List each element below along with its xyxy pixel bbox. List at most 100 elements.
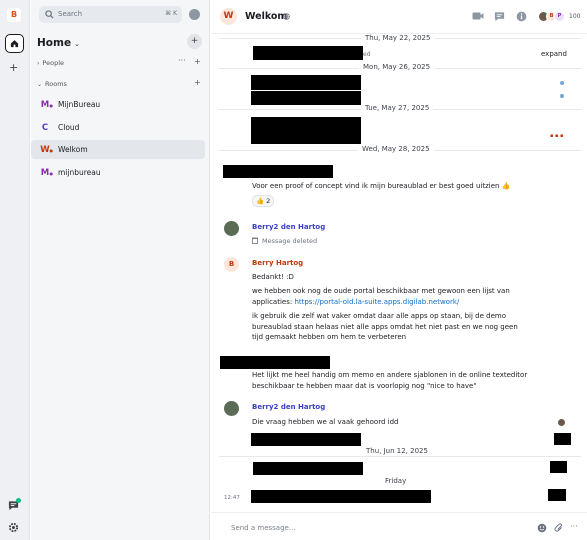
redacted-block — [251, 433, 361, 446]
message-composer[interactable]: Send a message... ··· — [211, 512, 587, 540]
section-people[interactable]: › People — [37, 59, 64, 67]
threads-icon[interactable] — [494, 11, 505, 22]
message-body: Het lijkt me heel handig om memo en ande… — [252, 371, 528, 390]
chevron-down-icon: ⌄ — [74, 40, 80, 48]
space-rail: B + — [0, 0, 30, 540]
redacted-block — [253, 462, 363, 475]
room-item-mijnbureau[interactable]: M ● MijnBureau — [31, 95, 205, 114]
message-body: Bedankt! :D — [252, 273, 294, 281]
message-timeline[interactable]: Thu, May 22, 2025 ed expand Mon, May 26,… — [211, 34, 587, 510]
room-view: W Welkom B P 100 Thu, May 22, 2025 ed ex… — [211, 0, 587, 540]
date-separator — [219, 456, 581, 457]
room-list-panel: Search ⌘ K Home ⌄ + › People ··· + ⌄ Rooms … — [31, 0, 210, 540]
member-count: 100 — [569, 13, 581, 20]
home-icon — [10, 39, 18, 47]
room-avatar: C — [39, 122, 51, 134]
room-avatar: M ● — [39, 99, 54, 111]
room-item-welkom[interactable]: W ● Welkom — [31, 140, 205, 159]
member-facepile[interactable]: B P 100 — [538, 11, 581, 23]
search-placeholder: Search — [58, 10, 83, 18]
sender-name[interactable]: Berry2 den Hartog — [252, 403, 325, 411]
reaction-pill[interactable]: 👍 2 — [252, 195, 275, 207]
deleted-message-note: Message deleted — [262, 237, 318, 245]
date-label: Tue, May 27, 2025 — [361, 104, 434, 112]
room-item-mijnbureau-2[interactable]: M ● mijnbureau — [31, 163, 205, 182]
message-body: ik gebruik die zelf wat vaker omdat daar… — [252, 312, 518, 341]
room-name: Welkom — [58, 145, 88, 154]
attachment-icon[interactable] — [554, 523, 564, 533]
redacted-block — [550, 461, 567, 473]
sender-avatar[interactable]: B — [224, 257, 239, 272]
people-options-button[interactable]: ··· — [178, 56, 186, 65]
threads-button[interactable] — [8, 498, 21, 513]
create-space-button[interactable]: + — [9, 61, 18, 74]
room-avatar-letter: M — [40, 100, 50, 110]
date-label: Wed, May 28, 2025 — [358, 145, 434, 153]
gear-icon — [8, 522, 19, 533]
room-avatar: W ● — [39, 144, 54, 156]
add-room-button[interactable]: + — [187, 34, 202, 49]
search-icon — [45, 10, 54, 19]
search-shortcut: ⌘ K — [165, 10, 177, 17]
date-label: Friday — [381, 477, 411, 485]
room-name: MijnBureau — [58, 100, 101, 109]
trash-icon — [252, 237, 258, 244]
redacted-block — [223, 165, 333, 178]
chevron-right-icon: › — [37, 60, 40, 67]
portal-link[interactable]: https://portal-old.la-suite.apps.digilab… — [294, 298, 459, 306]
room-name: mijnbureau — [58, 168, 101, 177]
emoji-icon[interactable] — [537, 523, 547, 533]
sender-name[interactable]: Berry Hartog — [252, 259, 303, 267]
room-item-cloud[interactable]: C Cloud — [31, 118, 205, 137]
message-body: Die vraag hebben we al vaak gehoord idd — [252, 418, 399, 426]
unread-dot — [16, 498, 21, 503]
room-avatar-letter: W — [40, 145, 50, 155]
settings-button[interactable] — [8, 522, 19, 535]
message-timestamp: 12:47 — [224, 495, 240, 501]
org-logo[interactable]: B — [7, 8, 21, 22]
chevron-down-icon: ⌄ — [37, 81, 43, 88]
room-header: W Welkom B P 100 — [211, 0, 587, 34]
redacted-block — [554, 433, 571, 445]
read-receipt-avatar — [560, 94, 564, 98]
room-avatar-badge: ● — [49, 148, 54, 153]
search-field[interactable]: Search ⌘ K — [39, 6, 182, 23]
add-person-button[interactable]: + — [194, 57, 201, 66]
date-label: Mon, May 26, 2025 — [359, 63, 435, 71]
read-receipt-avatar — [560, 81, 564, 85]
home-title-label: Home — [37, 37, 72, 49]
edited-marker: ed — [363, 51, 371, 58]
home-button[interactable] — [5, 34, 24, 53]
info-icon[interactable] — [516, 11, 527, 22]
more-options-icon[interactable]: ··· — [570, 522, 578, 531]
message-body: we hebben ook nog de oude portal beschik… — [252, 286, 542, 307]
room-avatar-letter: C — [41, 123, 49, 133]
room-name: Cloud — [58, 123, 80, 132]
sender-avatar[interactable] — [224, 221, 239, 236]
room-avatar: M ● — [39, 167, 54, 179]
sender-name[interactable]: Berry2 den Hartog — [252, 223, 325, 231]
redacted-block — [251, 91, 361, 105]
section-rooms[interactable]: ⌄ Rooms — [37, 80, 67, 88]
expand-link[interactable]: expand — [541, 50, 567, 58]
sender-avatar[interactable] — [224, 401, 239, 416]
redacted-block — [220, 356, 330, 369]
read-receipt-avatar — [558, 419, 565, 426]
room-header-avatar[interactable]: W — [220, 8, 237, 25]
globe-icon — [283, 13, 290, 20]
redacted-block — [548, 489, 566, 501]
home-title[interactable]: Home ⌄ — [37, 37, 80, 49]
room-avatar-badge: ● — [49, 103, 54, 108]
redacted-block — [253, 46, 363, 60]
read-receipt-avatars: ▪ ▪ ▪ — [550, 133, 564, 139]
member-avatar: P — [554, 11, 565, 22]
explore-rooms-icon[interactable] — [189, 9, 200, 20]
room-avatar-badge: ● — [49, 171, 54, 176]
redacted-block — [251, 75, 361, 90]
section-rooms-label: Rooms — [45, 80, 67, 88]
date-label: Thu, May 22, 2025 — [361, 34, 435, 42]
video-icon[interactable] — [472, 11, 484, 21]
add-room-section-button[interactable]: + — [194, 78, 201, 87]
room-header-title[interactable]: Welkom — [245, 11, 287, 22]
composer-input[interactable]: Send a message... — [231, 524, 296, 532]
